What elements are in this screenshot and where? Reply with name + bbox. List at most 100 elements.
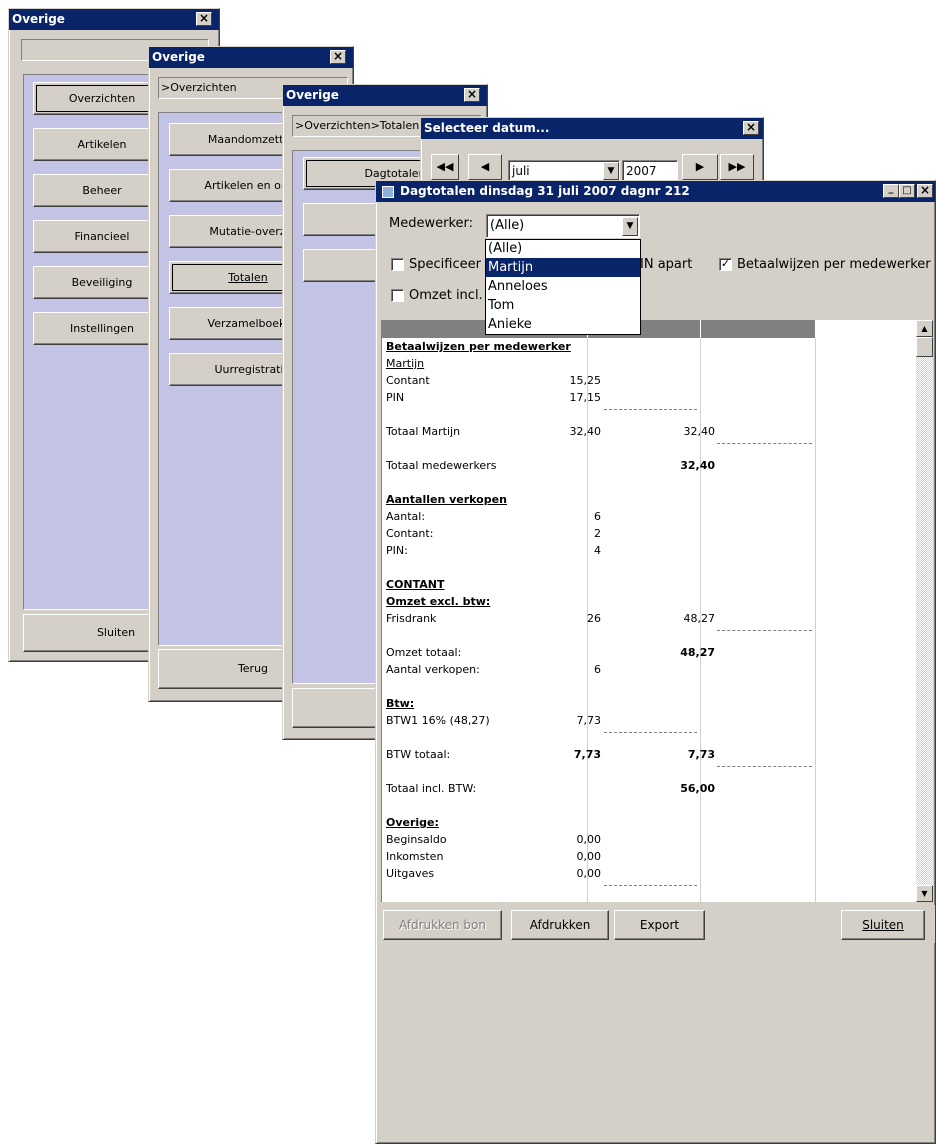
row-value-col2: 7,73 xyxy=(576,714,602,727)
totalen-label: Totalen xyxy=(228,271,268,284)
report-row: BTW1 16% (48,27) 7,73 xyxy=(382,714,817,731)
close-icon[interactable]: × xyxy=(330,50,346,64)
row-label: Beginsaldo xyxy=(386,833,447,846)
employee-select[interactable]: (Alle) xyxy=(486,214,640,238)
option-anieke[interactable]: Anieke xyxy=(486,315,640,334)
row-label: Omzet excl. btw: xyxy=(386,595,491,608)
row-label: PIN: xyxy=(386,544,408,557)
row-label: Uitgaves xyxy=(386,867,435,880)
betaalwijzen-label: Betaalwijzen per medewerker xyxy=(737,257,931,272)
row-label: Frisdrank xyxy=(386,612,437,625)
option-anneloes[interactable]: Anneloes xyxy=(486,277,640,296)
close-icon[interactable]: × xyxy=(464,88,480,102)
totalen-button[interactable]: Totalen xyxy=(169,261,293,294)
report-row: Beginsaldo 0,00 xyxy=(382,833,817,850)
uurregistratie-button[interactable]: Uurregistrati xyxy=(169,353,293,386)
close-icon[interactable]: × xyxy=(917,184,933,198)
row-label: PIN xyxy=(386,391,405,404)
report-grid: Betaalwijzen per medewerker Martijn Conta… xyxy=(381,320,916,902)
row-value-col3: 32,40 xyxy=(680,459,715,472)
row-label: Totaal incl. BTW: xyxy=(386,782,477,795)
artikelen-button[interactable]: Artikelen xyxy=(33,128,157,161)
scroll-down-icon[interactable]: ▼ xyxy=(916,885,933,902)
instellingen-button[interactable]: Instellingen xyxy=(33,312,157,345)
close-icon[interactable]: × xyxy=(196,12,212,26)
report-row: Totaal incl. BTW: 56,00 xyxy=(382,782,817,799)
betaalwijzen-checkbox[interactable]: ✓ xyxy=(719,258,732,271)
year-field[interactable]: 2007 xyxy=(622,160,678,182)
row-label: BTW totaal: xyxy=(386,748,451,761)
last-month-button[interactable]: ▶▶ xyxy=(720,154,754,180)
row-label: Martijn xyxy=(386,357,425,370)
print-receipt-button[interactable]: Afdrukken bon xyxy=(383,910,502,940)
window-title: Dagtotalen dinsdag 31 juli 2007 dagnr 21… xyxy=(376,181,935,202)
row-value-col2: 2 xyxy=(594,527,601,540)
row-value-col2: 6 xyxy=(594,510,601,523)
beheer-button[interactable]: Beheer xyxy=(33,174,157,207)
maximize-icon[interactable]: □ xyxy=(899,184,915,198)
report-row: CONTANT xyxy=(382,578,817,595)
row-value-col3: 56,00 xyxy=(680,782,715,795)
row-value-col2: 6 xyxy=(594,663,601,676)
row-value-col2: 32,40 xyxy=(569,425,602,438)
close-icon[interactable]: × xyxy=(743,121,759,135)
sluiten-button[interactable]: Sluiten xyxy=(841,910,925,940)
row-label: Aantal verkopen: xyxy=(386,663,480,676)
prev-month-button[interactable]: ◀ xyxy=(468,154,502,180)
beveiliging-button[interactable]: Beveiliging xyxy=(33,266,157,299)
mutatie-overzicht-button[interactable]: Mutatie-overzi xyxy=(169,215,293,248)
separator-line xyxy=(604,732,697,733)
employee-label: Medewerker: xyxy=(389,216,473,231)
artikelen-omzet-button[interactable]: Artikelen en om xyxy=(169,169,293,202)
row-label: Aantal: xyxy=(386,510,426,523)
report-row: PIN: 4 xyxy=(382,544,817,561)
report-row: Totaal Martijn 32,40 32,40 xyxy=(382,425,817,442)
row-label: Overige: xyxy=(386,816,439,829)
separator-line xyxy=(717,630,812,631)
report-row: BTW totaal: 7,73 7,73 xyxy=(382,748,817,765)
app-icon xyxy=(382,186,394,198)
minimize-icon[interactable]: _ xyxy=(883,184,899,198)
row-value-col3: 48,27 xyxy=(683,612,716,625)
row-value-col2: 0,00 xyxy=(576,833,602,846)
grid-header-col3 xyxy=(701,320,815,338)
report-row: Btw: xyxy=(382,697,817,714)
window-title-text: Dagtotalen dinsdag 31 juli 2007 dagnr 21… xyxy=(400,184,690,198)
employee-dropdown-list: (Alle) Martijn Anneloes Tom Anieke xyxy=(485,239,641,335)
row-value-col2: 15,25 xyxy=(569,374,602,387)
report-row: Uitgaves 0,00 xyxy=(382,867,817,884)
chevron-down-icon[interactable]: ▼ xyxy=(603,162,619,180)
artikelen-omzet-label: Artikelen en om xyxy=(204,179,292,192)
window-title: Selecteer datum... xyxy=(421,118,763,139)
option-tom[interactable]: Tom xyxy=(486,296,640,315)
financieel-button[interactable]: Financieel xyxy=(33,220,157,253)
next-month-button[interactable]: ▶ xyxy=(682,154,718,180)
omzet-incl-label: Omzet incl. xyxy=(409,288,483,303)
report-row: Inkomsten 0,00 xyxy=(382,850,817,867)
overzichten-button[interactable]: Overzichten xyxy=(33,82,157,115)
option-alle[interactable]: (Alle) xyxy=(486,240,640,258)
row-label: Totaal Martijn xyxy=(386,425,461,438)
vertical-scrollbar[interactable]: ▲ ▼ xyxy=(916,320,933,902)
row-label: Aantallen verkopen xyxy=(386,493,507,506)
chevron-down-icon[interactable]: ▼ xyxy=(622,217,638,236)
maandomzet-button[interactable]: Maandomzette xyxy=(169,123,293,156)
report-row: Totaal medewerkers 32,40 xyxy=(382,459,817,476)
row-value-col2: 4 xyxy=(594,544,601,557)
print-button[interactable]: Afdrukken xyxy=(511,910,609,940)
window-title: Overige xyxy=(9,9,219,30)
omzet-incl-checkbox[interactable] xyxy=(391,289,404,302)
report-row: Aantal: 6 xyxy=(382,510,817,527)
scroll-thumb[interactable] xyxy=(916,337,933,357)
row-label: Inkomsten xyxy=(386,850,444,863)
specificeer-checkbox[interactable] xyxy=(391,258,404,271)
scroll-up-icon[interactable]: ▲ xyxy=(916,320,933,337)
export-button[interactable]: Export xyxy=(614,910,705,940)
verzamelboeking-button[interactable]: Verzamelboeki xyxy=(169,307,293,340)
option-martijn[interactable]: Martijn xyxy=(486,258,640,277)
first-month-button[interactable]: ◀◀ xyxy=(431,154,459,180)
report-row: Contant 15,25 xyxy=(382,374,817,391)
specificeer-label: Specificeer xyxy=(409,257,481,272)
row-label: Btw: xyxy=(386,697,415,710)
row-value-col2: 26 xyxy=(587,612,601,625)
